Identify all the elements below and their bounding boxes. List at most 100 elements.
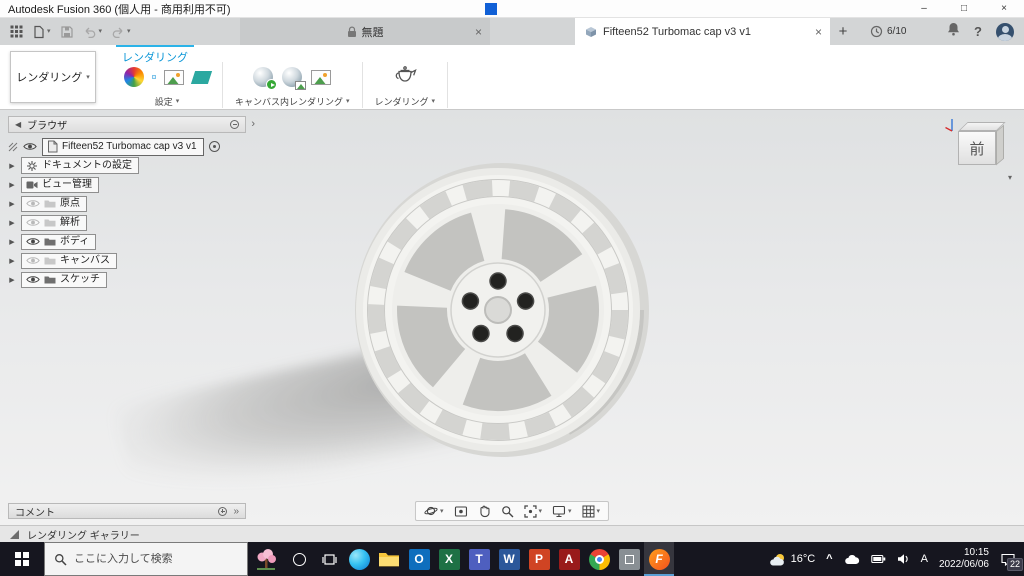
taskbar-search[interactable] (44, 542, 248, 576)
save-button[interactable] (60, 25, 74, 39)
group-render-dropdown[interactable]: レンダリング ▾ (375, 95, 436, 108)
speaker-icon[interactable] (897, 553, 910, 565)
battery-icon[interactable] (870, 554, 886, 564)
expand-arrow-icon[interactable]: ▶ (8, 238, 16, 246)
capture-image-icon[interactable] (282, 67, 307, 90)
texture-map-icon[interactable] (190, 70, 213, 84)
visibility-eye-icon[interactable] (26, 275, 40, 284)
taskbar-app-teams[interactable]: T (464, 542, 494, 576)
taskbar-app-excel[interactable]: X (434, 542, 464, 576)
viewcube-menu-caret[interactable]: ▾ (1008, 173, 1012, 182)
visibility-eye-icon[interactable] (23, 142, 37, 151)
visibility-eye-icon[interactable] (26, 218, 40, 227)
add-comment-icon[interactable] (218, 506, 228, 516)
group-settings-dropdown[interactable]: 設定 ▾ (155, 95, 180, 108)
browser-row-bodies[interactable]: ▶ ボディ (8, 232, 246, 251)
close-button[interactable]: × (984, 0, 1024, 17)
browser-row-origin[interactable]: ▶ 原点 (8, 194, 246, 213)
start-button[interactable] (0, 542, 44, 576)
search-input[interactable] (74, 553, 234, 565)
notifications-bell-icon[interactable] (947, 22, 960, 41)
weather-widget[interactable]: 16°C (769, 552, 815, 567)
grid-layout-button[interactable]: ▾ (578, 502, 605, 520)
taskbar-app-file-explorer[interactable] (374, 542, 404, 576)
look-at-button[interactable] (449, 502, 471, 520)
maximize-button[interactable]: □ (944, 0, 984, 17)
tab-close-icon[interactable]: × (815, 25, 822, 39)
taskbar-app-acrobat[interactable]: A (554, 542, 584, 576)
display-settings-button[interactable]: ▾ (548, 502, 576, 520)
expand-arrow-icon[interactable]: ▶ (8, 200, 16, 208)
action-center-button[interactable]: 22 (1000, 552, 1023, 571)
wheel-model[interactable] (352, 160, 652, 460)
browser-row-canvases[interactable]: ▶ キャンバス (8, 251, 246, 270)
appearance-icon[interactable] (124, 67, 144, 87)
fit-button[interactable]: ▾ (519, 502, 546, 520)
visibility-eye-icon[interactable] (26, 256, 40, 265)
expand-arrow-icon[interactable]: ▶ (8, 162, 16, 170)
tab-fifteen52[interactable]: Fifteen52 Turbomac cap v3 v1 × (575, 18, 830, 45)
collapse-all-icon[interactable] (230, 120, 239, 129)
taskbar-app-powerpoint[interactable]: P (524, 542, 554, 576)
tab-close-icon[interactable]: × (475, 25, 482, 39)
taskbar-app-autodesk[interactable] (614, 542, 644, 576)
browser-node[interactable]: 原点 (21, 195, 87, 212)
taskbar-app-outlook[interactable]: O (404, 542, 434, 576)
expand-arrow-icon[interactable]: ▶ (8, 257, 16, 265)
taskbar-app-chrome[interactable] (584, 542, 614, 576)
browser-node[interactable]: 解析 (21, 214, 87, 231)
browser-root-row[interactable]: Fifteen52 Turbomac cap v3 v1 (8, 137, 246, 156)
browser-root-node[interactable]: Fifteen52 Turbomac cap v3 v1 (42, 137, 204, 156)
viewcube-front-face[interactable]: 前 (958, 131, 996, 165)
group-in-canvas-dropdown[interactable]: キャンバス内レンダリング ▾ (235, 95, 350, 108)
browser-row-sketches[interactable]: ▶ スケッチ (8, 270, 246, 289)
app-grid-icon[interactable] (10, 25, 23, 38)
expand-arrow-icon[interactable]: ▶ (8, 276, 16, 284)
collapse-panel-icon[interactable]: ◀ (15, 120, 21, 129)
browser-row-analysis[interactable]: ▶ 解析 (8, 213, 246, 232)
browser-header[interactable]: ◀ ブラウザ › (8, 116, 255, 133)
browser-row-view-management[interactable]: ▶ ビュー管理 (8, 175, 246, 194)
decal-icon[interactable] (164, 69, 184, 85)
orbit-button[interactable]: ▾ (420, 502, 448, 520)
browser-node[interactable]: ビュー管理 (21, 176, 99, 193)
in-canvas-render-icon[interactable] (253, 67, 278, 90)
job-status[interactable]: 6/10 (870, 18, 906, 45)
browser-row-document-settings[interactable]: ▶ ドキュメントの設定 (8, 156, 246, 175)
render-teapot-icon[interactable] (393, 65, 417, 89)
comments-bar[interactable]: コメント » (8, 503, 246, 519)
undo-button[interactable]: ▾ (83, 26, 102, 38)
help-icon[interactable]: ? (974, 24, 982, 39)
news-interests-button[interactable] (248, 542, 284, 576)
new-tab-button[interactable]: + (830, 18, 856, 45)
visibility-eye-icon[interactable] (26, 237, 40, 246)
scene-settings-button[interactable] (152, 75, 156, 79)
workspace-selector[interactable]: レンダリング ▾ (10, 51, 96, 103)
taskbar-app-fusion360[interactable]: F (644, 542, 674, 576)
pan-button[interactable] (473, 502, 494, 520)
render-image-icon[interactable] (311, 69, 332, 85)
visibility-eye-icon[interactable] (26, 199, 40, 208)
browser-node[interactable]: ドキュメントの設定 (21, 157, 139, 174)
task-view-button[interactable] (314, 542, 344, 576)
taskbar-app-word[interactable]: W (494, 542, 524, 576)
expand-arrow-icon[interactable]: ▶ (8, 219, 16, 227)
taskbar-app-edge[interactable] (344, 542, 374, 576)
redo-button[interactable]: ▾ (111, 26, 131, 38)
zoom-button[interactable] (496, 502, 517, 520)
browser-node[interactable]: キャンバス (21, 252, 117, 269)
3d-viewport[interactable]: ◀ ブラウザ › Fifteen52 Turbomac cap v3 v1 ▶ (0, 110, 1024, 525)
ime-mode-indicator[interactable]: A (921, 553, 928, 565)
file-menu-button[interactable]: ▾ (32, 25, 51, 39)
tab-untitled[interactable]: 無題 × (240, 18, 490, 45)
browser-node[interactable]: スケッチ (21, 271, 107, 288)
viewcube-right-face[interactable] (996, 124, 1004, 166)
expand-comments-icon[interactable]: » (233, 506, 239, 517)
render-gallery-bar[interactable]: レンダリング ギャラリー (0, 525, 1024, 542)
onedrive-cloud-icon[interactable] (844, 554, 860, 565)
minimize-button[interactable]: – (904, 0, 944, 17)
expand-arrow-icon[interactable]: ▶ (8, 181, 16, 189)
activate-component-radio[interactable] (208, 141, 220, 152)
taskbar-clock[interactable]: 10:15 2022/06/06 (939, 547, 989, 572)
viewcube[interactable]: 前 ▾ (945, 119, 1012, 182)
